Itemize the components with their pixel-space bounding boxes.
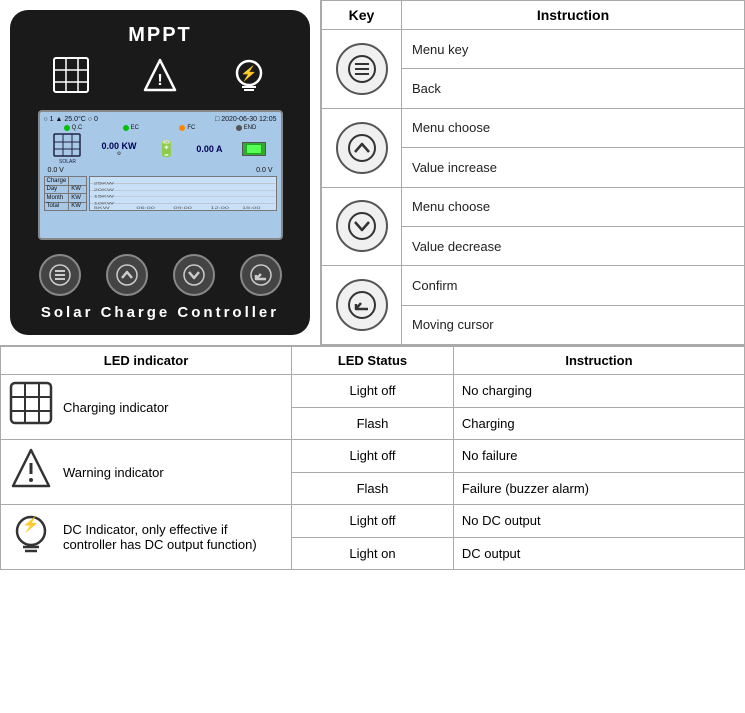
charging-indicator-cell: Charging indicator [1,375,292,440]
svg-text:⚡: ⚡ [241,65,258,82]
menu-button[interactable] [39,254,81,296]
solar-panel-icon [51,57,91,100]
svg-text:06:00: 06:00 [137,206,156,210]
table-row: ⚡ DC Indicator, only effective if contro… [1,505,745,538]
key-table: Key Instruction [321,0,745,345]
down-key-icon [336,200,388,252]
dc-light-off-status: Light off [292,505,454,538]
instruction-col-header: Instruction [402,1,745,30]
device-panel: MPPT ! ⚡ [10,10,310,335]
dc-output-icon: ⚡ [229,57,269,100]
enter-key-icon-cell [322,266,402,345]
svg-text:20KW: 20KW [94,189,115,193]
dc-indicator-label: DC Indicator, only effective if controll… [63,522,283,552]
down-button[interactable] [173,254,215,296]
device-buttons-row [26,254,294,296]
svg-text:25KW: 25KW [94,182,115,186]
up-button[interactable] [106,254,148,296]
back-instruction: Back [402,69,745,108]
menu-choose-down-instruction: Menu choose [402,187,745,226]
led-status-header: LED Status [292,347,454,375]
warning-icon: ! [140,57,180,100]
svg-text:!: ! [157,72,162,89]
enter-button[interactable] [240,254,282,296]
svg-text:15:00: 15:00 [242,206,261,210]
svg-text:5KW: 5KW [94,206,111,210]
charging-instruction: Charging [453,407,744,440]
up-key-icon-cell [322,108,402,187]
key-table-section: Key Instruction [320,0,745,345]
warning-led-icon [9,446,53,498]
warning-light-off-status: Light off [292,440,454,473]
table-row: Menu choose [322,108,745,147]
table-row: Confirm [322,266,745,305]
table-row: Menu key [322,30,745,69]
down-key-icon-cell [322,187,402,266]
svg-text:09:00: 09:00 [174,206,193,210]
dc-output-instruction: DC output [453,537,744,570]
table-row: Warning indicator Light off No failure [1,440,745,473]
lcd-screen: ○ 1 ▲ 25.0°C ○ 0 □ 2020-06-30 12:05 Q.C … [38,110,283,240]
led-indicator-header: LED indicator [1,347,292,375]
charging-flash-status: Flash [292,407,454,440]
dc-light-on-status: Light on [292,537,454,570]
svg-text:⚡: ⚡ [22,516,39,533]
svg-text:15KW: 15KW [94,195,115,199]
value-increase-instruction: Value increase [402,148,745,187]
device-bottom-label: Solar Charge Controller [41,304,279,321]
menu-choose-up-instruction: Menu choose [402,108,745,147]
dc-led-icon: ⚡ [9,511,53,563]
up-key-icon [336,122,388,174]
charging-light-off-status: Light off [292,375,454,408]
device-icons-row: ! ⚡ [26,57,294,100]
warning-indicator-label: Warning indicator [63,465,164,480]
moving-cursor-instruction: Moving cursor [402,305,745,344]
table-row: Charging indicator Light off No charging [1,375,745,408]
warning-indicator-cell: Warning indicator [1,440,292,505]
bottom-section: LED indicator LED Status Instruction [0,346,745,570]
enter-key-icon [336,279,388,331]
warning-flash-status: Flash [292,472,454,505]
svg-text:10KW: 10KW [94,202,115,206]
key-col-header: Key [322,1,402,30]
no-failure-instruction: No failure [453,440,744,473]
table-row: Menu choose [322,187,745,226]
menu-key-icon-cell [322,30,402,109]
led-table: LED indicator LED Status Instruction [0,346,745,570]
charging-indicator-label: Charging indicator [63,400,169,415]
no-charging-instruction: No charging [453,375,744,408]
no-dc-output-instruction: No DC output [453,505,744,538]
grid-led-icon [9,381,53,433]
menu-key-icon [336,43,388,95]
led-instruction-header: Instruction [453,347,744,375]
value-decrease-instruction: Value decrease [402,226,745,265]
device-title: MPPT [128,24,192,47]
failure-instruction: Failure (buzzer alarm) [453,472,744,505]
svg-text:12:00: 12:00 [211,206,230,210]
dc-indicator-cell: ⚡ DC Indicator, only effective if contro… [1,505,292,570]
confirm-instruction: Confirm [402,266,745,305]
menu-key-instruction: Menu key [402,30,745,69]
